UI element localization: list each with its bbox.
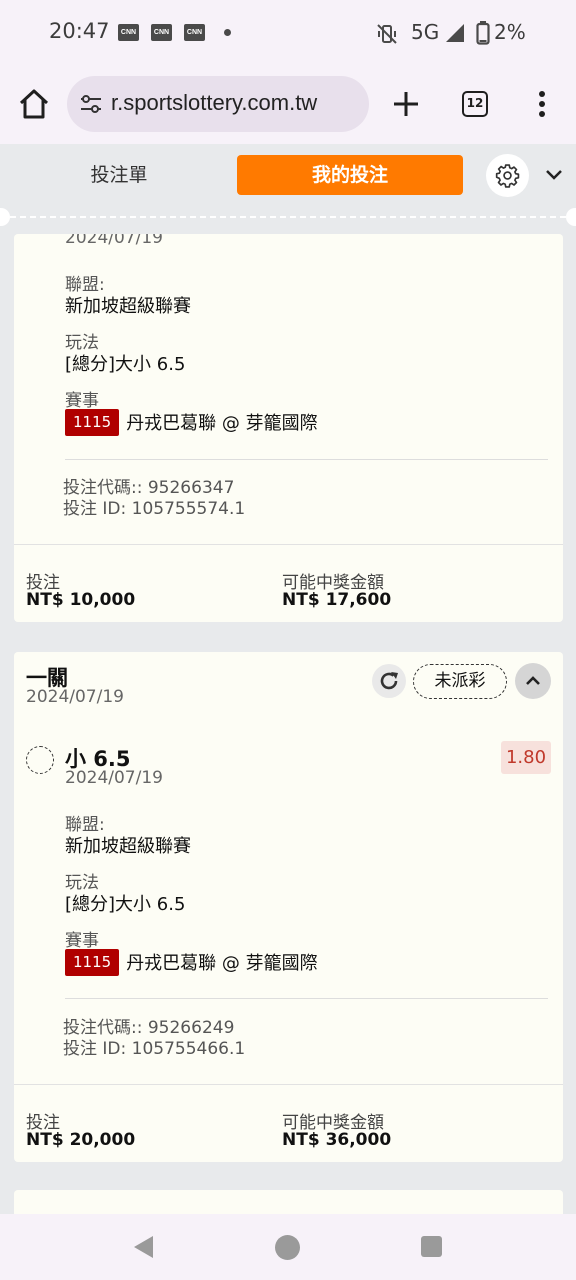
- recents-icon[interactable]: [421, 1236, 442, 1257]
- back-icon[interactable]: [131, 1234, 157, 1260]
- match-name: 丹戎巴葛聯 @ 芽籠國際: [126, 953, 318, 974]
- home-nav-icon[interactable]: [275, 1235, 300, 1260]
- bet-header: 投注單 我的投注: [0, 144, 576, 226]
- bet-codes: 投注代碼:: 95266347 投注 ID: 105755574.1: [63, 478, 245, 520]
- site-settings-icon[interactable]: [79, 93, 103, 115]
- bet-date: 2024/07/19: [26, 687, 124, 707]
- network-type: 5G: [411, 20, 440, 44]
- bet-card: [14, 1190, 563, 1214]
- chevron-up-icon: [526, 676, 540, 685]
- stake-value: NT$ 10,000: [26, 590, 136, 610]
- bet-id: 投注 ID: 105755466.1: [63, 1039, 246, 1059]
- selection-date: 2024/07/19: [65, 768, 163, 788]
- chevron-down-icon[interactable]: [542, 163, 566, 187]
- tab-switcher-button[interactable]: 12: [462, 91, 488, 117]
- ticket-notch: [0, 208, 10, 226]
- ticket-divider: [10, 216, 566, 218]
- selection-radio[interactable]: [26, 746, 54, 774]
- web-content: 投注單 我的投注 2024/07/19 聯盟: 新加坡超級聯賽 玩法 [總分]大…: [0, 144, 576, 1214]
- market-value: [總分]大小 6.5: [65, 354, 186, 375]
- collapse-button[interactable]: [515, 663, 551, 699]
- status-badge: 未派彩: [413, 664, 507, 699]
- cnn-notification-icon: CNN: [118, 24, 139, 41]
- league-value: 新加坡超級聯賽: [65, 296, 191, 317]
- system-nav-bar: [0, 1214, 576, 1280]
- url-text[interactable]: r.sportslottery.com.tw: [111, 90, 317, 116]
- selection-date: 2024/07/19: [65, 234, 163, 248]
- gear-icon: [495, 164, 520, 188]
- stake-value: NT$ 20,000: [26, 1130, 136, 1150]
- tab-bet-slip[interactable]: 投注單: [14, 155, 224, 195]
- event-row: 1115 丹戎巴葛聯 @ 芽籠國際: [65, 408, 318, 436]
- bet-card: 2024/07/19 聯盟: 新加坡超級聯賽 玩法 [總分]大小 6.5 賽事 …: [14, 234, 563, 622]
- divider: [65, 459, 548, 460]
- odds-badge: 1.80: [501, 741, 551, 774]
- payout-value: NT$ 36,000: [282, 1130, 392, 1150]
- match-number-badge: 1115: [65, 948, 120, 976]
- more-notifications-dot: [224, 29, 231, 36]
- cnn-notification-icon: CNN: [184, 24, 205, 41]
- battery-percent: 2%: [494, 20, 526, 44]
- more-menu-icon[interactable]: [530, 86, 554, 122]
- bet-id: 投注 ID: 105755574.1: [63, 499, 246, 519]
- event-row: 1115 丹戎巴葛聯 @ 芽籠國際: [65, 948, 318, 976]
- refresh-icon: [380, 672, 398, 690]
- settings-button[interactable]: [486, 154, 529, 197]
- ticket-notch: [566, 208, 576, 226]
- refresh-button[interactable]: [372, 664, 406, 698]
- bet-code: 投注代碼:: 95266347: [63, 478, 235, 498]
- address-bar[interactable]: r.sportslottery.com.tw: [67, 76, 369, 132]
- status-time: 20:47: [49, 19, 110, 43]
- cnn-notification-icon: CNN: [151, 24, 172, 41]
- divider: [14, 544, 563, 545]
- tab-my-bets[interactable]: 我的投注: [237, 155, 463, 195]
- market-value: [總分]大小 6.5: [65, 894, 186, 915]
- signal-icon: [446, 24, 464, 42]
- vibrate-off-icon: [377, 24, 397, 44]
- divider: [65, 998, 548, 999]
- match-name: 丹戎巴葛聯 @ 芽籠國際: [126, 413, 318, 434]
- battery-icon: [476, 21, 490, 45]
- league-value: 新加坡超級聯賽: [65, 836, 191, 857]
- browser-toolbar: r.sportslottery.com.tw 12: [0, 66, 576, 144]
- bet-code: 投注代碼:: 95266249: [63, 1018, 235, 1038]
- divider: [14, 1084, 563, 1085]
- status-bar: 20:47 CNN CNN CNN 5G 2%: [0, 0, 576, 66]
- new-tab-icon[interactable]: [388, 86, 424, 122]
- payout-value: NT$ 17,600: [282, 590, 392, 610]
- match-number-badge: 1115: [65, 408, 120, 436]
- home-icon[interactable]: [16, 86, 52, 122]
- bet-card: 一關 2024/07/19 未派彩 小 6.5 2024/07/19 1.80 …: [14, 652, 563, 1162]
- bet-codes: 投注代碼:: 95266249 投注 ID: 105755466.1: [63, 1018, 245, 1060]
